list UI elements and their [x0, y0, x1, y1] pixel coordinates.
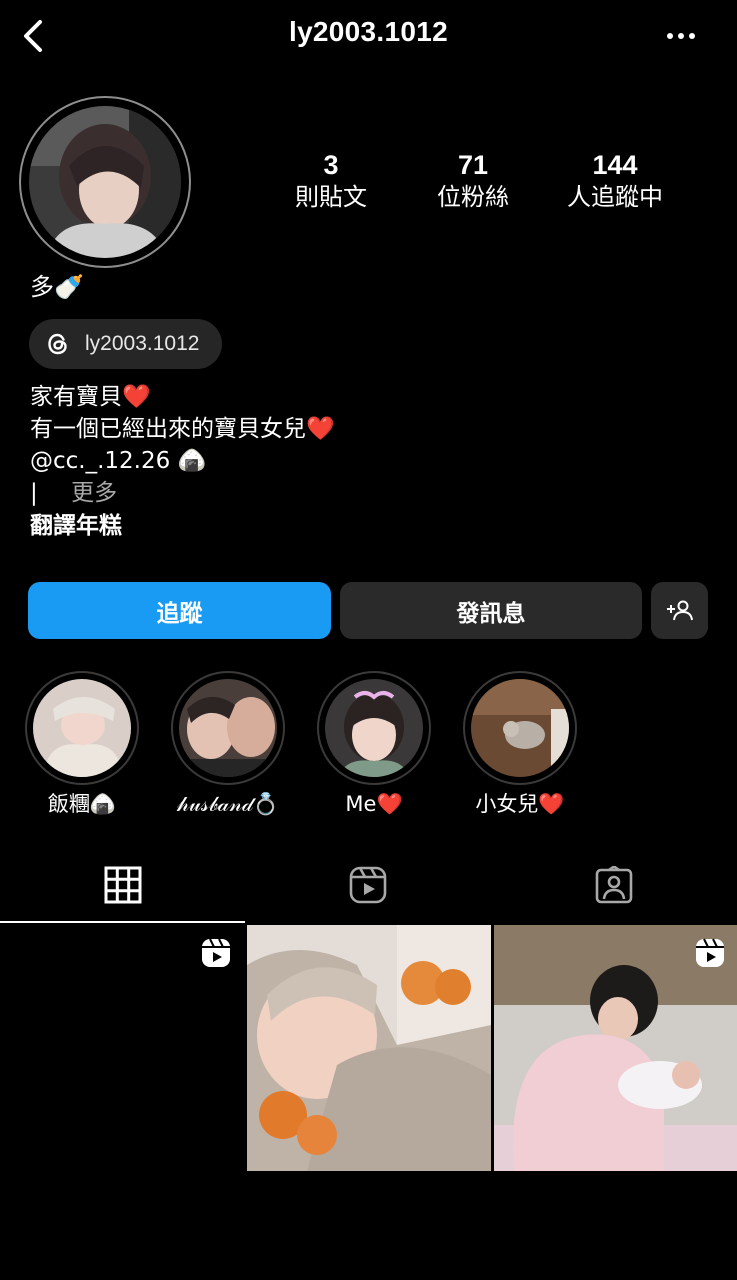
- highlight-1-label: 飯糰🍙: [47, 792, 117, 816]
- posts-count: 3: [323, 150, 339, 180]
- following-stat[interactable]: 144 人追蹤中: [545, 148, 685, 212]
- threads-handle: ly2003.1012: [85, 332, 200, 355]
- highlight-1-cover: [33, 679, 131, 777]
- translate-link[interactable]: 翻譯年糕: [30, 510, 122, 542]
- bio-more-link[interactable]: 更多: [71, 480, 117, 506]
- reels-icon[interactable]: [349, 866, 387, 904]
- highlight-2-label: 𝒽𝓊𝓈𝒷𝒶𝓃𝒹💍: [177, 792, 279, 816]
- more-options-icon[interactable]: [664, 24, 698, 48]
- posts-label: 則貼文: [295, 183, 367, 211]
- highlight-4-cover: [471, 679, 569, 777]
- display-name: 多🍼: [30, 273, 84, 301]
- followers-count: 71: [457, 150, 489, 180]
- bio-mention[interactable]: @cc._.12.26 🍙: [30, 445, 206, 477]
- avatar-photo: [29, 106, 181, 258]
- following-label: 人追蹤中: [567, 183, 663, 211]
- highlight-4[interactable]: [463, 671, 577, 785]
- highlight-2-cover: [179, 679, 277, 777]
- bio-line-2: 有一個已經出來的寶貝女兒❤️: [30, 416, 335, 442]
- threads-badge[interactable]: ly2003.1012: [29, 319, 222, 369]
- highlight-3[interactable]: [317, 671, 431, 785]
- highlight-3-cover: [325, 679, 423, 777]
- threads-icon: [48, 333, 67, 355]
- reel-badge-icon: [696, 938, 724, 967]
- post-2-thumbnail: [247, 925, 491, 1171]
- highlight-3-label: Me❤️: [345, 792, 403, 816]
- bio-cursor: |: [30, 480, 38, 506]
- suggest-people-button[interactable]: [651, 582, 708, 639]
- tagged-icon[interactable]: [595, 866, 633, 904]
- bio-line-1: 家有寶貝❤️: [30, 384, 151, 410]
- highlight-2[interactable]: [171, 671, 285, 785]
- following-count: 144: [592, 150, 638, 180]
- avatar[interactable]: [29, 106, 181, 258]
- highlight-4-label: 小女兒❤️: [475, 792, 565, 816]
- posts-stat[interactable]: 3 則貼文: [261, 148, 401, 212]
- post-tile-2[interactable]: [247, 925, 491, 1171]
- message-button[interactable]: 發訊息: [340, 582, 642, 639]
- active-tab-indicator: [0, 921, 245, 923]
- bio-more-row: | 更多: [30, 477, 117, 509]
- grid-icon[interactable]: [104, 866, 142, 904]
- post-tile-3[interactable]: [494, 925, 737, 1171]
- post-tile-1[interactable]: [0, 925, 244, 1171]
- reel-badge-icon: [202, 938, 230, 967]
- page-title: ly2003.1012: [288, 16, 448, 47]
- followers-stat[interactable]: 71 位粉絲: [403, 148, 543, 212]
- follow-button[interactable]: 追蹤: [28, 582, 331, 639]
- add-person-icon: [666, 600, 693, 620]
- highlight-1[interactable]: [25, 671, 139, 785]
- followers-label: 位粉絲: [437, 183, 509, 211]
